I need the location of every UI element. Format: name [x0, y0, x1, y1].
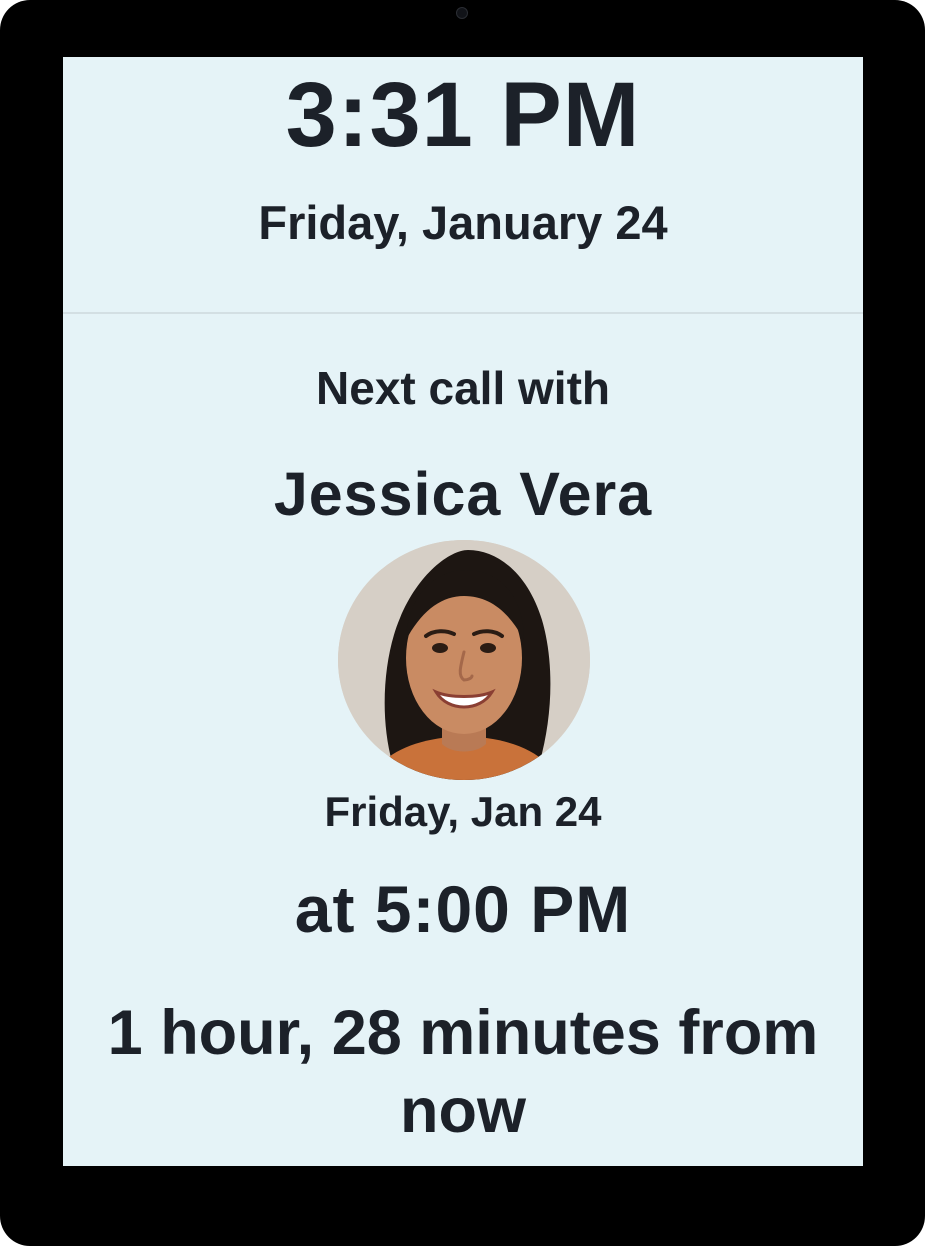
call-countdown: 1 hour, 28 minutes from now — [107, 998, 819, 1146]
contact-name: Jessica Vera — [273, 460, 653, 528]
tablet-frame: 3:31 PM Friday, January 24 Next call wit… — [0, 0, 925, 1246]
current-date: Friday, January 24 — [258, 196, 668, 249]
clock-section: 3:31 PM Friday, January 24 — [63, 57, 863, 314]
next-call-section: Next call with Jessica Vera Friday, Jan … — [63, 314, 863, 1166]
call-time: at 5:00 PM — [294, 872, 632, 946]
call-display-screen: 3:31 PM Friday, January 24 Next call wit… — [63, 57, 863, 1166]
next-call-label: Next call with — [316, 362, 610, 414]
contact-photo-icon — [338, 540, 590, 780]
front-camera — [456, 7, 468, 19]
contact-avatar — [338, 540, 590, 780]
call-date: Friday, Jan 24 — [324, 788, 602, 835]
current-time: 3:31 PM — [285, 64, 641, 166]
